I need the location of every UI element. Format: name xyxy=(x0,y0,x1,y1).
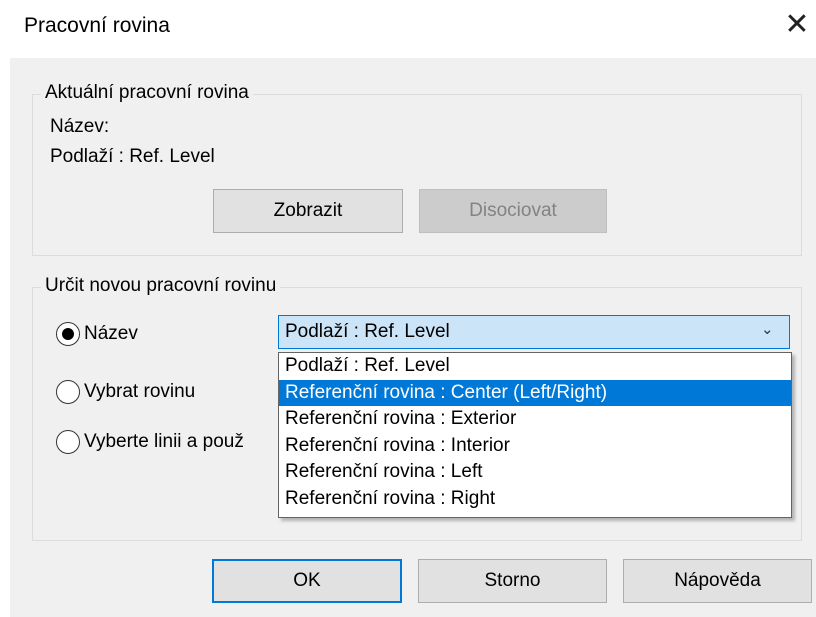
ok-button[interactable]: OK xyxy=(212,559,402,603)
radio-pick-line[interactable]: Vyberte linii a použ xyxy=(56,430,244,454)
plane-name-dropdown: Podlaží : Ref. Level Referenční rovina :… xyxy=(278,352,792,518)
help-button[interactable]: Nápověda xyxy=(623,559,812,603)
radio-name-indicator[interactable] xyxy=(56,322,80,346)
radio-pick-plane-label: Vybrat rovinu xyxy=(84,381,196,402)
plane-name-combo[interactable]: Podlaží : Ref. Level ⌄ xyxy=(278,315,790,349)
dialog-title: Pracovní rovina xyxy=(24,14,170,37)
current-plane-group: Aktuální pracovní rovina xyxy=(32,82,802,256)
radio-checked-dot xyxy=(62,328,74,340)
current-plane-level-label: Podlaží : Ref. Level xyxy=(50,146,215,167)
dropdown-option[interactable]: Referenční rovina : Exterior xyxy=(279,406,791,433)
show-button[interactable]: Zobrazit xyxy=(213,189,403,233)
dissociate-button: Disociovat xyxy=(419,189,607,233)
current-plane-legend: Aktuální pracovní rovina xyxy=(41,82,253,104)
radio-pick-plane-indicator[interactable] xyxy=(56,380,80,404)
radio-name-label: Název xyxy=(84,323,138,344)
dropdown-option[interactable]: Podlaží : Ref. Level xyxy=(279,353,791,380)
close-icon[interactable]: ✕ xyxy=(782,10,812,40)
current-plane-name-label: Název: xyxy=(50,116,110,137)
dropdown-option-selected[interactable]: Referenční rovina : Center (Left/Right) xyxy=(279,379,791,406)
cancel-button[interactable]: Storno xyxy=(418,559,607,603)
title-bar: Pracovní rovina ✕ xyxy=(0,0,816,58)
radio-pick-plane[interactable]: Vybrat rovinu xyxy=(56,380,195,404)
chevron-down-icon[interactable]: ⌄ xyxy=(761,320,779,342)
dropdown-option[interactable]: Referenční rovina : Left xyxy=(279,459,791,486)
radio-name[interactable]: Název xyxy=(56,322,138,346)
radio-pick-line-label: Vyberte linii a použ xyxy=(84,431,244,452)
combo-value: Podlaží : Ref. Level xyxy=(285,321,450,342)
dropdown-option[interactable]: Referenční rovina : Interior xyxy=(279,433,791,460)
radio-pick-line-indicator[interactable] xyxy=(56,430,80,454)
new-plane-legend: Určit novou pracovní rovinu xyxy=(41,275,281,297)
dropdown-option[interactable]: Referenční rovina : Right xyxy=(279,486,791,513)
